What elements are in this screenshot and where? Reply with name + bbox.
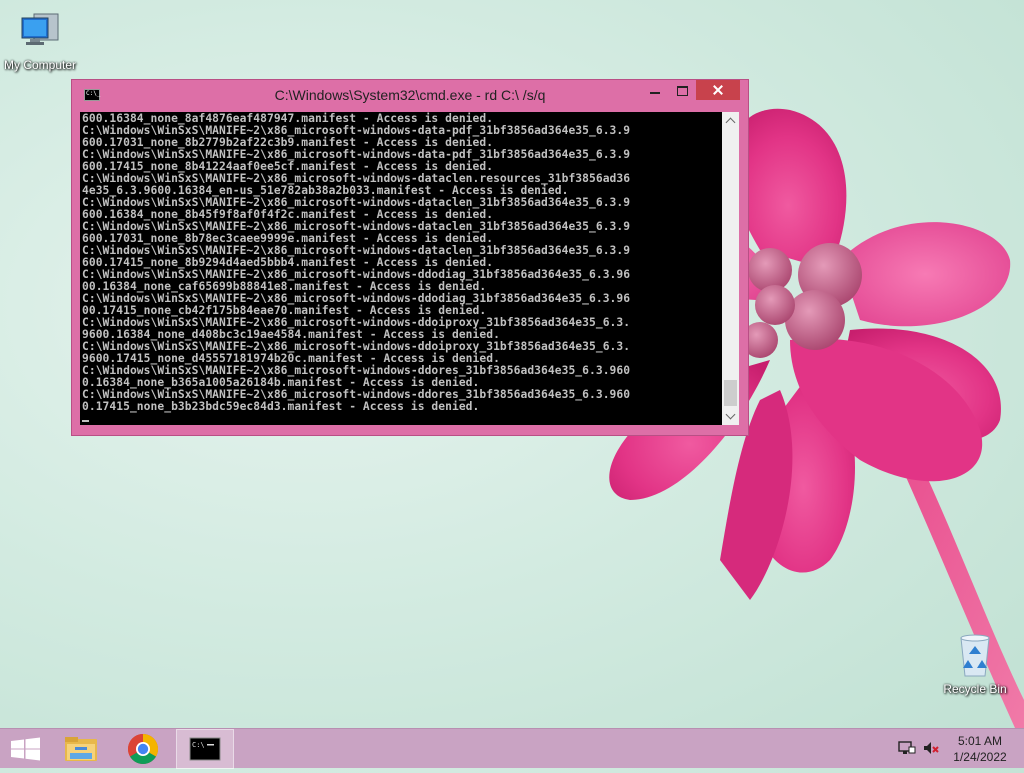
svg-text:C:\: C:\ [192, 741, 205, 749]
taskbar-clock[interactable]: 5:01 AM 1/24/2022 [944, 733, 1016, 765]
close-button[interactable] [696, 80, 740, 100]
windows-start-icon [11, 737, 40, 761]
cmd-window[interactable]: C:\_ C:\Windows\System32\cmd.exe - rd C:… [72, 80, 748, 435]
desktop-icon-my-computer[interactable]: My Computer [0, 10, 80, 72]
file-explorer-icon [65, 737, 97, 761]
scroll-down-icon[interactable] [722, 408, 739, 425]
start-button[interactable] [0, 729, 56, 769]
clock-date: 1/24/2022 [953, 750, 1007, 764]
scrollbar-thumb[interactable] [724, 380, 737, 406]
maximize-button[interactable] [669, 80, 695, 100]
chrome-icon [127, 734, 159, 765]
cmd-icon: C:\ [189, 737, 221, 761]
desktop-icon-label: Recycle Bin [943, 682, 1007, 696]
desktop-icon-recycle-bin[interactable]: Recycle Bin [935, 630, 1015, 696]
console-cursor-line [82, 413, 630, 425]
taskbar-file-explorer[interactable] [53, 729, 109, 769]
volume-muted-icon[interactable] [922, 739, 940, 757]
console-line: 0.17415_none_b3b23bdc59ec84d3.manifest -… [82, 400, 480, 413]
desktop-icon-label: My Computer [3, 58, 77, 72]
title-bar[interactable]: C:\_ C:\Windows\System32\cmd.exe - rd C:… [72, 80, 748, 110]
network-icon[interactable] [898, 739, 916, 757]
scroll-up-icon[interactable] [722, 112, 739, 129]
taskbar-chrome[interactable] [115, 729, 171, 769]
computer-icon [21, 13, 59, 45]
console-output[interactable]: 600.16384_none_8af4876eaf487947.manifest… [80, 112, 722, 425]
console-lines: 600.16384_none_8af4876eaf487947.manifest… [82, 113, 630, 425]
minimize-button[interactable] [642, 80, 668, 100]
recycle-bin-icon [960, 634, 990, 677]
text-cursor [82, 420, 89, 422]
clock-time: 5:01 AM [957, 734, 1003, 748]
vertical-scrollbar[interactable] [722, 112, 739, 425]
taskbar-cmd[interactable]: C:\ [176, 729, 234, 769]
taskbar: C:\ 5:01 AM 1/24/2022 [0, 728, 1024, 769]
